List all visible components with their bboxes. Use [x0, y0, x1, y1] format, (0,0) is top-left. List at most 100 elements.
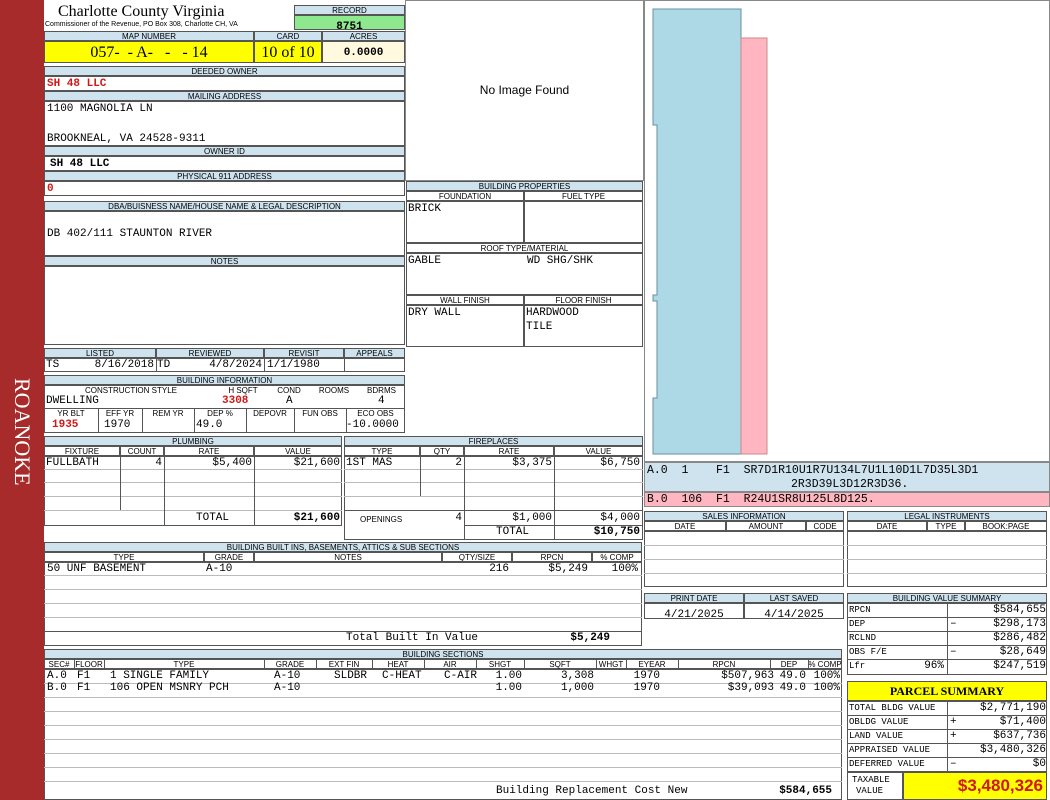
sales-amount-header: AMOUNT — [726, 521, 806, 531]
dba-label: DBA/BUISNESS NAME/HOUSE NAME & LEGAL DES… — [44, 201, 405, 211]
bi-rpcn: $5,249 — [548, 563, 588, 575]
commissioner-text: Commissioner of the Revenue, PO Box 308,… — [45, 21, 238, 28]
record-value: 8751 — [294, 15, 405, 30]
map-number-label: MAP NUMBER — [44, 31, 254, 41]
building-properties-label: BUILDING PROPERTIES — [406, 181, 643, 191]
bi-type-header: TYPE — [44, 552, 204, 562]
section-cell: $39,093 — [727, 682, 774, 694]
sales-date-header: DATE — [644, 521, 726, 531]
mailing-address-label: MAILING ADDRESS — [44, 91, 405, 101]
plumb-total-label: TOTAL — [196, 512, 230, 524]
style-value: DWELLING — [46, 395, 99, 407]
taxable-label-box: TAXABLE VALUE — [847, 772, 903, 800]
section-col-header: TYPE — [173, 660, 195, 669]
fp-openings-label: OPENINGS — [360, 515, 403, 524]
ps-bldg-label: TOTAL BLDG VALUE — [849, 703, 936, 713]
section-cell: 1,000 — [560, 682, 594, 694]
bi-grade: A-10 — [206, 563, 233, 575]
ps-def: $0 — [1032, 758, 1046, 770]
appeals-label: APPEALS — [344, 348, 405, 358]
dep-value: 49.0 — [196, 419, 223, 431]
taxable-value: $3,480,326 — [903, 772, 1047, 800]
section-col-header: SHGT — [488, 660, 512, 669]
vs-rpcn-label: RPCN — [849, 605, 871, 615]
listed-label: LISTED — [44, 348, 156, 358]
ps-land-sign: + — [950, 730, 957, 742]
section-cell: SLDBR — [334, 670, 368, 682]
roof-type-label: ROOF TYPE/MATERIAL — [406, 243, 643, 253]
vs-dep-label: DEP — [849, 619, 866, 629]
sales-code-header: CODE — [806, 521, 844, 531]
bi-total-label: Total Built In Value — [346, 632, 479, 644]
section-cell: 106 OPEN MSNRY PCH — [110, 682, 229, 694]
wall-finish-value: DRY WALL — [406, 305, 524, 347]
plumb-total: $21,600 — [293, 512, 340, 524]
ps-obldg: $71,400 — [999, 716, 1046, 728]
floor-finish-value: HARDWOOD TILE — [524, 305, 643, 347]
section-cell: C-AIR — [444, 670, 478, 682]
sketch-section-a — [652, 8, 742, 455]
plumb-rate: $5,400 — [212, 457, 252, 469]
section-col-header: DEP — [780, 660, 798, 669]
foundation-value: BRICK — [406, 201, 524, 243]
cond-value: A — [286, 395, 293, 407]
builtins-label: BUILDING BUILT INS, BASEMENTS, ATTICS & … — [44, 542, 642, 552]
plumb-count-header: COUNT — [120, 446, 164, 456]
section-col-header: HEAT — [387, 660, 409, 669]
sidebar-label: ROANOKE — [10, 378, 35, 486]
notes — [44, 266, 405, 345]
section-col-header: RPCN — [712, 660, 736, 669]
record-label: RECORD — [294, 5, 405, 15]
no-image-text: No Image Found — [479, 83, 570, 97]
fp-open-value: $4,000 — [600, 512, 640, 524]
effyr-value: 1970 — [104, 419, 131, 431]
last-saved-label: LAST SAVED — [744, 593, 844, 603]
fp-qty: 2 — [455, 457, 462, 469]
legal-book-header: BOOK:PAGE — [965, 521, 1047, 531]
sketch-panel — [644, 0, 1050, 462]
print-date-label: PRINT DATE — [644, 593, 744, 603]
legal-date-header: DATE — [847, 521, 927, 531]
fp-value-header: VALUE — [554, 446, 643, 456]
section-cell: 1970 — [633, 682, 660, 694]
section-col-header: % COMP — [808, 660, 842, 669]
bi-qty-header: QTY/SIZE — [442, 552, 512, 562]
yrblt-value: 1935 — [52, 419, 79, 431]
vs-obs-label: OBS F/E — [849, 647, 887, 657]
ps-appr: $3,480,326 — [979, 744, 1046, 756]
vs-lfr-pct: 96% — [924, 660, 944, 672]
fuel-type-label: FUEL TYPE — [524, 191, 643, 201]
sketch-text-a: A.0 1 F1 SR7D1R10U1R7U134L7U1L10D1L7D35L… — [644, 462, 1050, 492]
sections-footer-value: $584,655 — [779, 785, 832, 797]
bdrms-value: 4 — [378, 395, 385, 407]
section-col-header: SQFT — [549, 660, 571, 669]
fp-type: 1ST MAS — [346, 457, 393, 469]
ps-land: $637,736 — [993, 730, 1046, 742]
reviewed-label: REVIEWED — [156, 348, 264, 358]
section-cell: B.0 — [47, 682, 67, 694]
ps-bldg: $2,771,190 — [979, 702, 1046, 714]
card-number: 10 of 10 — [254, 41, 322, 63]
foundation-label: FOUNDATION — [406, 191, 524, 201]
ps-obldg-sign: + — [950, 716, 957, 728]
fp-open-rate: $1,000 — [512, 512, 552, 524]
section-col-header: GRADE — [275, 660, 305, 669]
section-cell: 100% — [813, 682, 840, 694]
ps-appr-label: APPRAISED VALUE — [849, 745, 931, 755]
wall-finish-label: WALL FINISH — [406, 295, 524, 305]
sketch-text-b: B.0 106 F1 R24U1SR8U125L8D125. — [644, 492, 1050, 507]
plumb-count: 4 — [155, 457, 162, 469]
card-label: CARD — [254, 31, 322, 41]
vs-lfr-label: Lfr — [849, 661, 866, 671]
section-col-header: WHGT — [598, 660, 624, 669]
vs-rclnd-label: RCLND — [849, 633, 877, 643]
vs-obs: $28,649 — [999, 646, 1046, 658]
legal-label: LEGAL INSTRUMENTS — [847, 511, 1047, 521]
fp-rate-header: RATE — [464, 446, 554, 456]
section-col-header: FLOOR — [75, 660, 103, 669]
sales-label: SALES INFORMATION — [644, 511, 844, 521]
plumb-fixture-header: FIXTURE — [44, 446, 120, 456]
vs-rclnd: $286,482 — [993, 632, 1046, 644]
effyr-label: EFF YR — [105, 409, 135, 418]
section-col-header: AIR — [443, 660, 457, 669]
